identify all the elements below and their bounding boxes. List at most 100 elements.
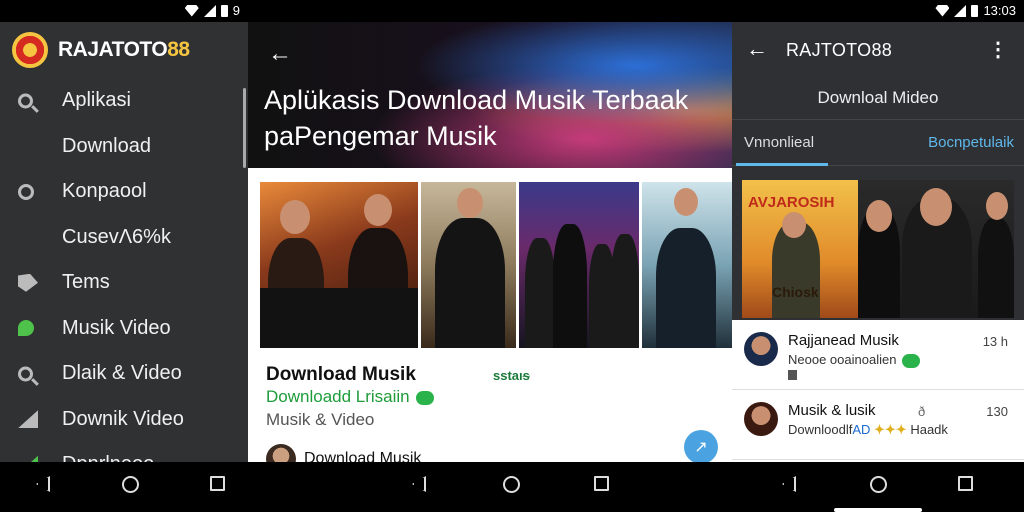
drawer-screen: 9 RAJATOTO88 Aplikasi Download Konpaool … bbox=[0, 0, 248, 512]
share-fab-button[interactable]: ↗ bbox=[684, 430, 718, 464]
item-subtitle-a: Downloodlf bbox=[788, 422, 853, 437]
search-icon bbox=[18, 93, 33, 109]
nav-bar bbox=[732, 462, 1024, 512]
hero-title: Aplükasis Download Musik Terbaak paPenge… bbox=[264, 85, 689, 151]
tab-indicator bbox=[736, 163, 828, 166]
verified-badge-icon bbox=[902, 353, 921, 368]
brand-name: RAJATOTO88 bbox=[58, 38, 190, 62]
item-subtitle-text: Neooe ooainoalien bbox=[788, 352, 897, 367]
home-nav-button[interactable] bbox=[870, 476, 892, 498]
app-title: RAJTOTO88 bbox=[786, 40, 893, 60]
signal-icon bbox=[954, 4, 967, 17]
nav-bar bbox=[248, 462, 732, 512]
gallery-photo[interactable] bbox=[260, 182, 418, 348]
featured-thumbnail[interactable]: AVJAROSIH Chiosk bbox=[742, 180, 1014, 318]
home-indicator bbox=[834, 508, 922, 512]
back-nav-button[interactable] bbox=[36, 476, 58, 498]
item-time: 13 h bbox=[982, 334, 1008, 349]
stars-icon: ✦✦✦ bbox=[874, 422, 907, 437]
album-title: AVJAROSIH bbox=[748, 194, 835, 211]
recents-icon bbox=[958, 476, 973, 491]
music-icon bbox=[18, 320, 34, 337]
item-title: Rajjanead Musik bbox=[788, 332, 899, 349]
band-photo bbox=[858, 180, 1014, 318]
home-nav-button[interactable] bbox=[122, 476, 144, 498]
nav-bar bbox=[0, 462, 248, 512]
album-cover: AVJAROSIH Chiosk bbox=[742, 180, 858, 318]
brand-suffix: 88 bbox=[167, 38, 190, 61]
status-bar bbox=[248, 0, 732, 22]
menu-item-label: CusevΛ6%k bbox=[62, 225, 171, 248]
scrollbar[interactable] bbox=[243, 88, 246, 168]
play-icon bbox=[18, 410, 38, 429]
drawer-menu: Aplikasi Download Konpaool CusevΛ6%k Tem… bbox=[0, 78, 248, 488]
wifi-icon bbox=[184, 4, 199, 17]
status-time: 13:03 bbox=[983, 3, 1016, 18]
card-subtitle: Downloadd Lrisaiin bbox=[266, 387, 434, 407]
battery-icon bbox=[220, 4, 228, 17]
app-bar: ← RAJTOTO88 ⋮ bbox=[732, 22, 1024, 78]
recents-icon bbox=[210, 476, 225, 491]
section-subtitle: Downloal Mideo bbox=[732, 78, 1024, 120]
card-meta: Musik & Video bbox=[266, 410, 375, 429]
item-subtitle-b: AD bbox=[852, 422, 871, 437]
list-item[interactable]: Musik & lusik ð DownloodlfAD ✦✦✦ Haadk 1… bbox=[732, 390, 1024, 460]
recents-nav-button[interactable] bbox=[594, 476, 616, 498]
gallery-photo[interactable] bbox=[642, 182, 732, 348]
share-icon: ↗ bbox=[694, 439, 708, 456]
card-subtitle-text: Downloadd Lrisaiin bbox=[266, 387, 410, 406]
home-icon bbox=[122, 476, 139, 493]
menu-item-label: Download bbox=[62, 134, 151, 157]
album-subtitle: Chiosk bbox=[772, 284, 819, 300]
search-icon bbox=[18, 366, 33, 382]
menu-item-konpaool[interactable]: Konpaool bbox=[0, 169, 248, 215]
menu-item-label: Dlaik & Video bbox=[62, 362, 182, 385]
menu-item-download[interactable]: Download bbox=[0, 124, 248, 170]
tab-bar: Vnnonlieal Bocnpetulaik bbox=[732, 120, 1024, 166]
home-icon bbox=[870, 476, 887, 493]
recents-nav-button[interactable] bbox=[210, 476, 232, 498]
menu-item-aplikasi[interactable]: Aplikasi bbox=[0, 78, 248, 124]
back-arrow-icon[interactable]: ← bbox=[268, 40, 292, 68]
menu-item-musik-video[interactable]: Musik Video bbox=[0, 306, 248, 352]
back-icon bbox=[782, 476, 796, 492]
tab-active[interactable]: Vnnonlieal bbox=[744, 134, 814, 151]
home-nav-button[interactable] bbox=[503, 476, 525, 498]
brand-prefix: RAJATOTO bbox=[58, 38, 168, 61]
gallery-photo[interactable] bbox=[519, 182, 640, 348]
tab-other[interactable]: Bocnpetulaik bbox=[928, 134, 1014, 151]
back-nav-button[interactable] bbox=[782, 476, 804, 498]
list-item[interactable]: Rajjanead Musik Neooe ooainoalien 13 h bbox=[732, 320, 1024, 390]
avatar bbox=[744, 402, 778, 436]
heart-icon bbox=[18, 273, 38, 292]
chat-icon bbox=[18, 183, 34, 200]
status-bar: 9 bbox=[0, 0, 248, 22]
more-vert-icon[interactable]: ⋮ bbox=[988, 37, 1008, 62]
article-screen: ← Aplükasis Download Musik Terbaak paPen… bbox=[248, 0, 732, 512]
hero-banner: ← Aplükasis Download Musik Terbaak paPen… bbox=[248, 22, 732, 168]
brand-logo bbox=[12, 32, 48, 68]
file-icon bbox=[788, 370, 797, 380]
card-title[interactable]: Download Musik bbox=[266, 364, 416, 386]
menu-item-label: Aplikasi bbox=[62, 89, 131, 112]
back-arrow-icon[interactable]: ← bbox=[746, 36, 768, 62]
menu-item-dlaik-video[interactable]: Dlaik & Video bbox=[0, 351, 248, 397]
menu-item-label: Tems bbox=[62, 271, 110, 294]
menu-item-cusev[interactable]: CusevΛ6%k bbox=[0, 215, 248, 261]
menu-item-tems[interactable]: Tems bbox=[0, 260, 248, 306]
photo-gallery[interactable] bbox=[260, 182, 732, 348]
list-screen: 13:03 ← RAJTOTO88 ⋮ Downloal Mideo Vnnon… bbox=[732, 0, 1024, 512]
item-title: Musik & lusik bbox=[788, 402, 876, 419]
signal-icon bbox=[203, 4, 216, 17]
recents-nav-button[interactable] bbox=[958, 476, 980, 498]
menu-item-downik-video[interactable]: Downik Video bbox=[0, 397, 248, 443]
wifi-icon bbox=[935, 4, 950, 17]
menu-item-label: Konpaool bbox=[62, 180, 147, 203]
back-nav-button[interactable] bbox=[412, 476, 434, 498]
brand-header[interactable]: RAJATOTO88 bbox=[12, 32, 190, 68]
avatar bbox=[744, 332, 778, 366]
gallery-photo[interactable] bbox=[420, 182, 517, 348]
status-bar: 13:03 bbox=[732, 0, 1024, 22]
menu-item-label: Musik Video bbox=[62, 316, 171, 339]
item-subtitle: Neooe ooainoalien bbox=[788, 352, 921, 368]
